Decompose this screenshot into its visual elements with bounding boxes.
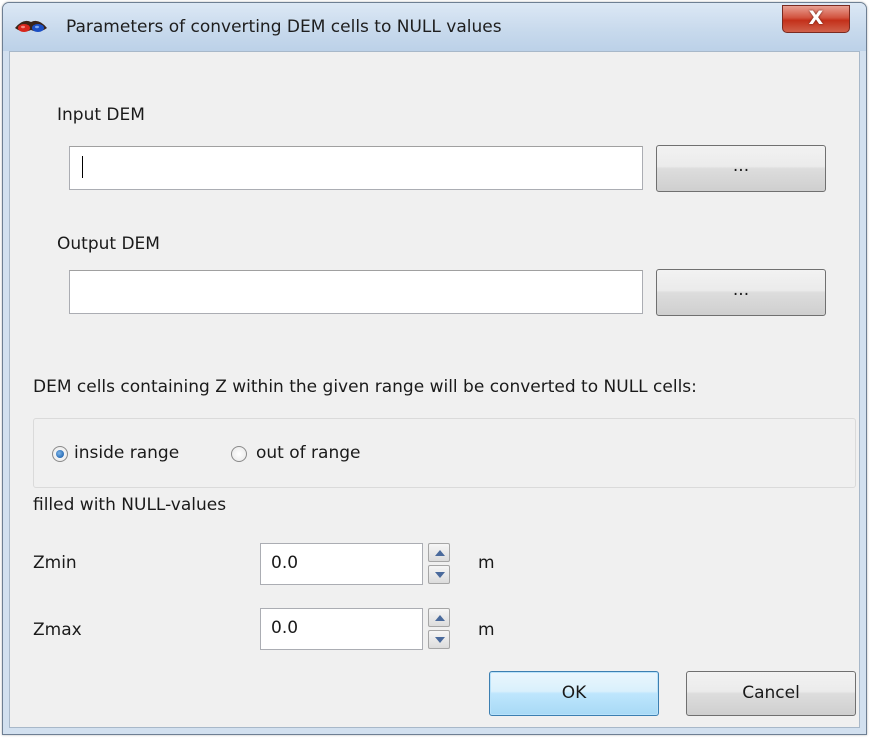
zmin-stepper[interactable] [428, 543, 450, 585]
zmin-value: 0.0 [271, 553, 299, 573]
window-title: Parameters of converting DEM cells to NU… [66, 17, 502, 37]
input-dem-label: Input DEM [57, 105, 145, 125]
zmin-down-button[interactable] [428, 565, 450, 584]
zmax-down-button[interactable] [428, 630, 450, 649]
title-bar[interactable]: Parameters of converting DEM cells to NU… [3, 3, 866, 51]
zmax-label: Zmax [33, 620, 82, 640]
ok-button[interactable]: OK [489, 671, 659, 716]
browse-label: ... [732, 280, 750, 300]
arrow-down-icon [435, 637, 445, 643]
range-mode-group: inside range out of range [33, 418, 856, 488]
input-dem-field[interactable] [69, 146, 643, 190]
zmax-unit: m [478, 620, 495, 640]
dialog-client-area: Input DEM ... Output DEM ... DEM cells c… [9, 51, 860, 728]
dialog-window: Parameters of converting DEM cells to NU… [2, 2, 867, 735]
radio-selected-dot [56, 450, 64, 458]
range-description: DEM cells containing Z within the given … [33, 377, 697, 397]
close-icon: X [808, 7, 824, 29]
zmin-up-button[interactable] [428, 543, 450, 562]
cancel-label: Cancel [742, 683, 800, 703]
arrow-up-icon [435, 615, 445, 621]
stereo-glasses-icon [13, 18, 49, 38]
zmin-label: Zmin [33, 553, 77, 573]
zmax-input[interactable]: 0.0 [260, 608, 423, 650]
output-dem-browse-button[interactable]: ... [656, 269, 826, 316]
radio-inside-range[interactable] [52, 446, 68, 462]
close-button[interactable]: X [782, 5, 850, 33]
out-of-range-label[interactable]: out of range [256, 443, 360, 463]
zmin-unit: m [478, 553, 495, 573]
arrow-up-icon [435, 550, 445, 556]
input-dem-browse-button[interactable]: ... [656, 145, 826, 192]
zmax-up-button[interactable] [428, 608, 450, 627]
arrow-down-icon [435, 572, 445, 578]
zmin-input[interactable]: 0.0 [260, 543, 423, 585]
output-dem-field[interactable] [69, 270, 643, 314]
text-caret [82, 156, 83, 178]
null-values-note: filled with NULL-values [33, 495, 227, 515]
zmax-value: 0.0 [271, 618, 299, 638]
inside-range-label[interactable]: inside range [74, 443, 179, 463]
cancel-button[interactable]: Cancel [686, 671, 856, 716]
radio-out-of-range[interactable] [231, 446, 247, 462]
ok-label: OK [561, 683, 587, 703]
output-dem-label: Output DEM [57, 234, 160, 254]
zmax-stepper[interactable] [428, 608, 450, 650]
browse-label: ... [732, 156, 750, 176]
